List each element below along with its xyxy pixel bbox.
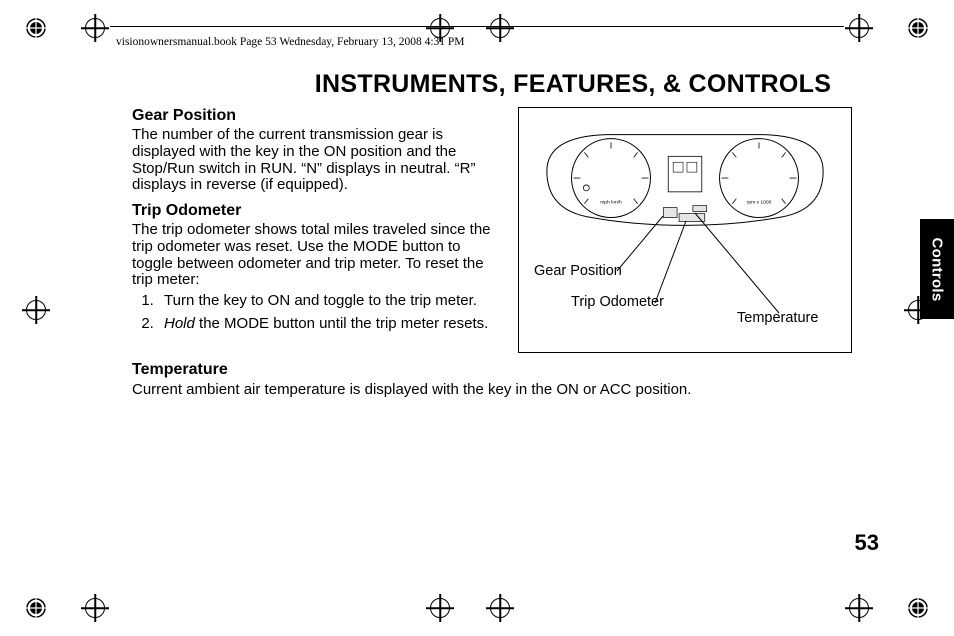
registration-mark-icon [85, 598, 105, 618]
callout-gear-position: Gear Position [534, 263, 622, 279]
registration-mark-icon [430, 18, 450, 38]
step-2-rest: the MODE button until the trip meter res… [199, 315, 488, 332]
svg-text:rpm x 1000: rpm x 1000 [747, 200, 772, 206]
section-tab-label: Controls [929, 237, 946, 301]
step-2: Hold the MODE button until the trip mete… [158, 316, 502, 333]
intro-trip-odometer: The trip odometer shows total miles trav… [132, 222, 502, 289]
crop-mark-icon [908, 18, 928, 38]
callout-trip-odometer: Trip Odometer [571, 294, 664, 310]
crop-mark-icon [26, 18, 46, 38]
heading-trip-odometer: Trip Odometer [132, 202, 502, 220]
body-temperature: Current ambient air temperature is displ… [132, 381, 894, 398]
registration-mark-icon [26, 300, 46, 320]
crop-mark-icon [26, 598, 46, 618]
running-head: visionownersmanual.book Page 53 Wednesda… [116, 36, 465, 48]
page-title: INSTRUMENTS, FEATURES, & CONTROLS [252, 70, 894, 99]
instrument-cluster-figure: mph km/h rpm x 1000 [518, 107, 852, 353]
registration-mark-icon [85, 18, 105, 38]
heading-gear-position: Gear Position [132, 107, 502, 125]
crop-mark-icon [908, 598, 928, 618]
header-rule [110, 26, 844, 27]
registration-mark-icon [849, 18, 869, 38]
registration-mark-icon [490, 598, 510, 618]
instrument-cluster-illustration: mph km/h rpm x 1000 [537, 126, 833, 236]
body-gear-position: The number of the current transmission g… [132, 127, 502, 194]
section-tab: Controls [920, 219, 954, 319]
step-2-emphasis: Hold [164, 315, 195, 332]
page-number: 53 [855, 530, 879, 556]
registration-mark-icon [490, 18, 510, 38]
heading-temperature: Temperature [132, 361, 894, 379]
steps-trip-odometer: Turn the key to ON and toggle to the tri… [132, 293, 502, 333]
svg-text:mph km/h: mph km/h [600, 200, 622, 206]
callout-temperature: Temperature [737, 310, 818, 326]
registration-mark-icon [430, 598, 450, 618]
registration-mark-icon [849, 598, 869, 618]
step-1: Turn the key to ON and toggle to the tri… [158, 293, 502, 310]
